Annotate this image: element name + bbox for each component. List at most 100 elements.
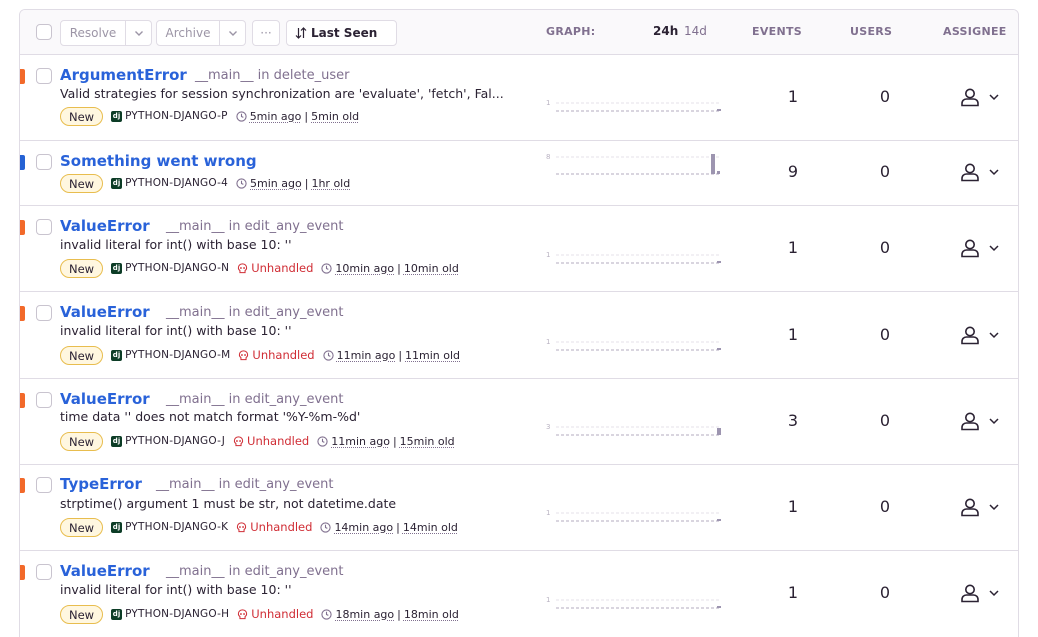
events-count[interactable]: 1 xyxy=(773,87,813,106)
last-seen[interactable]: 18min ago xyxy=(335,608,394,621)
users-count[interactable]: 0 xyxy=(865,87,905,106)
last-seen[interactable]: 11min ago xyxy=(331,435,390,448)
issue-title[interactable]: ValueError xyxy=(60,562,150,580)
issue-title[interactable]: Something went wrong xyxy=(60,152,257,170)
project-badge[interactable]: dj PYTHON-DJANGO-N xyxy=(111,262,229,274)
archive-button[interactable]: Archive xyxy=(156,20,220,46)
events-count[interactable]: 1 xyxy=(773,497,813,516)
event-sparkline[interactable]: 8 xyxy=(546,152,726,176)
assignee-selector[interactable] xyxy=(960,162,1000,182)
first-seen-age[interactable]: 11min old xyxy=(405,349,460,362)
users-count[interactable]: 0 xyxy=(865,583,905,602)
last-seen[interactable]: 10min ago xyxy=(335,262,394,275)
events-count[interactable]: 1 xyxy=(773,583,813,602)
tab-14d[interactable]: 14d xyxy=(684,24,707,38)
events-count[interactable]: 1 xyxy=(773,238,813,257)
issue-title[interactable]: TypeError xyxy=(60,475,142,493)
select-all-checkbox[interactable] xyxy=(36,24,52,40)
issue-title[interactable]: ArgumentError xyxy=(60,66,187,84)
issue-row[interactable]: TypeError __main__ in edit_any_event strpt… xyxy=(20,465,1018,551)
issue-checkbox[interactable] xyxy=(36,68,52,84)
issue-checkbox[interactable] xyxy=(36,305,52,321)
assignee-selector[interactable] xyxy=(960,325,1000,345)
last-seen[interactable]: 5min ago xyxy=(250,110,302,123)
chevron-down-icon xyxy=(228,31,237,36)
issue-checkbox[interactable] xyxy=(36,219,52,235)
unhandled-label: Unhandled xyxy=(247,434,310,448)
issue-row[interactable]: ValueError __main__ in edit_any_event time… xyxy=(20,379,1018,465)
project-badge[interactable]: dj PYTHON-DJANGO-J xyxy=(111,435,225,447)
event-sparkline[interactable]: 1 xyxy=(546,89,726,113)
issue-checkbox[interactable] xyxy=(36,564,52,580)
culprit-module: __main__ xyxy=(166,564,225,579)
level-indicator xyxy=(20,478,25,493)
assignee-selector[interactable] xyxy=(960,497,1000,517)
users-count[interactable]: 0 xyxy=(865,411,905,430)
issue-row[interactable]: Something went wrong New dj PYTHON-DJANGO-4… xyxy=(20,141,1018,206)
project-badge[interactable]: dj PYTHON-DJANGO-H xyxy=(111,608,229,620)
project-badge[interactable]: dj PYTHON-DJANGO-4 xyxy=(111,177,228,189)
users-count[interactable]: 0 xyxy=(865,162,905,181)
chevron-down-icon xyxy=(989,332,999,339)
events-count[interactable]: 1 xyxy=(773,325,813,344)
project-name: PYTHON-DJANGO-K xyxy=(125,521,229,533)
issue-list-header: Resolve Archive ··· Last Seen GRAPH: 24h… xyxy=(20,10,1018,60)
events-header: EVENTS xyxy=(752,25,802,38)
graph-bar xyxy=(717,109,721,111)
django-icon: dj xyxy=(111,521,123,533)
issue-row[interactable]: ValueError __main__ in edit_any_event inva… xyxy=(20,292,1018,379)
assignee-selector[interactable] xyxy=(960,87,1000,107)
project-badge[interactable]: dj PYTHON-DJANGO-M xyxy=(111,349,230,361)
resolve-dropdown-button[interactable] xyxy=(126,20,152,46)
user-icon xyxy=(961,88,979,107)
issue-checkbox[interactable] xyxy=(36,477,52,493)
tab-24h[interactable]: 24h xyxy=(653,24,678,38)
issue-meta: New dj PYTHON-DJANGO-H Unhandled 18min ago | 1… xyxy=(60,604,459,624)
first-seen-age[interactable]: 1hr old xyxy=(311,177,350,190)
graph-bar xyxy=(711,154,715,174)
events-count[interactable]: 9 xyxy=(773,162,813,181)
issue-meta: New dj PYTHON-DJANGO-N Unhandled 10min ago | 1… xyxy=(60,258,459,278)
project-name: PYTHON-DJANGO-4 xyxy=(125,177,229,189)
django-icon: dj xyxy=(111,262,123,274)
last-seen[interactable]: 14min ago xyxy=(334,521,393,534)
first-seen-age[interactable]: 10min old xyxy=(404,262,459,275)
issue-title[interactable]: ValueError xyxy=(60,390,150,408)
users-count[interactable]: 0 xyxy=(865,325,905,344)
users-count[interactable]: 0 xyxy=(865,497,905,516)
issue-title[interactable]: ValueError xyxy=(60,217,150,235)
events-count[interactable]: 3 xyxy=(773,411,813,430)
new-badge: New xyxy=(60,106,104,126)
issue-row[interactable]: ValueError __main__ in edit_any_event inva… xyxy=(20,206,1018,292)
event-sparkline[interactable]: 1 xyxy=(546,241,726,265)
last-seen[interactable]: 5min ago xyxy=(250,177,302,190)
sort-dropdown-button[interactable]: Last Seen xyxy=(286,20,397,60)
new-badge: New xyxy=(60,258,104,278)
event-sparkline[interactable]: 1 xyxy=(546,328,726,352)
assignee-selector[interactable] xyxy=(960,583,1000,603)
first-seen-age[interactable]: 18min old xyxy=(404,608,459,621)
issue-row[interactable]: ValueError __main__ in edit_any_event inva… xyxy=(20,551,1018,637)
event-sparkline[interactable]: 1 xyxy=(546,499,726,523)
time-separator: | xyxy=(397,607,401,621)
unhandled-badge: Unhandled xyxy=(236,520,312,534)
project-badge[interactable]: dj PYTHON-DJANGO-K xyxy=(111,521,228,533)
assignee-selector[interactable] xyxy=(960,238,1000,258)
archive-dropdown-button[interactable] xyxy=(220,20,246,46)
issue-title[interactable]: ValueError xyxy=(60,303,150,321)
issue-row[interactable]: ArgumentError __main__ in delete_user Vali… xyxy=(20,55,1018,141)
event-sparkline[interactable]: 3 xyxy=(546,413,726,437)
first-seen-age[interactable]: 15min old xyxy=(400,435,455,448)
assignee-selector[interactable] xyxy=(960,411,1000,431)
more-actions-button[interactable]: ··· xyxy=(252,20,280,46)
event-sparkline[interactable]: 1 xyxy=(546,586,726,610)
resolve-button[interactable]: Resolve xyxy=(60,20,126,46)
first-seen-age[interactable]: 14min old xyxy=(403,521,458,534)
first-seen-age[interactable]: 5min old xyxy=(311,110,359,123)
last-seen[interactable]: 11min ago xyxy=(337,349,396,362)
issue-checkbox[interactable] xyxy=(36,392,52,408)
django-icon: dj xyxy=(111,177,123,189)
users-count[interactable]: 0 xyxy=(865,238,905,257)
project-badge[interactable]: dj PYTHON-DJANGO-P xyxy=(111,110,228,122)
issue-checkbox[interactable] xyxy=(36,154,52,170)
